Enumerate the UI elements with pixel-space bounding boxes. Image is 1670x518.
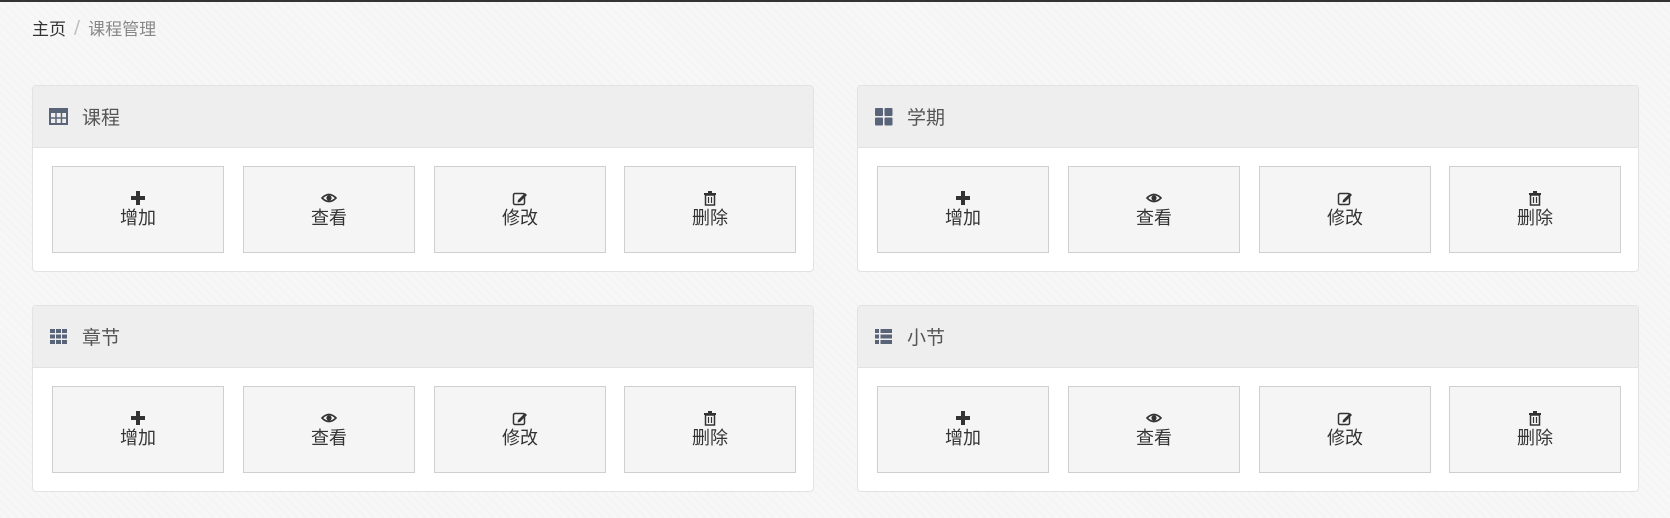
add-section-button[interactable]: 增加 bbox=[877, 386, 1049, 473]
panel-course: 课程 增加 查看 修改 删除 bbox=[32, 85, 814, 272]
trash-icon bbox=[702, 190, 718, 206]
view-course-button[interactable]: 查看 bbox=[243, 166, 415, 253]
button-label: 修改 bbox=[502, 427, 538, 449]
button-label: 修改 bbox=[1327, 427, 1363, 449]
delete-semester-button[interactable]: 删除 bbox=[1449, 166, 1621, 253]
add-semester-button[interactable]: 增加 bbox=[877, 166, 1049, 253]
button-label: 修改 bbox=[502, 207, 538, 229]
panel-heading: 课程 bbox=[33, 86, 813, 148]
panel-chapter: 章节 增加 查看 修改 删除 bbox=[32, 305, 814, 492]
breadcrumb-separator: / bbox=[74, 16, 81, 38]
edit-section-button[interactable]: 修改 bbox=[1259, 386, 1431, 473]
button-label: 删除 bbox=[1517, 427, 1553, 449]
delete-section-button[interactable]: 删除 bbox=[1449, 386, 1621, 473]
panel-body: 增加 查看 修改 删除 bbox=[33, 368, 813, 491]
panel-title: 课程 bbox=[82, 107, 121, 129]
edit-chapter-button[interactable]: 修改 bbox=[434, 386, 606, 473]
button-label: 查看 bbox=[1136, 207, 1172, 229]
panel-title: 小节 bbox=[907, 327, 946, 349]
view-chapter-button[interactable]: 查看 bbox=[243, 386, 415, 473]
button-label: 删除 bbox=[1517, 207, 1553, 229]
edit-icon bbox=[512, 410, 528, 426]
plus-icon bbox=[955, 410, 971, 426]
plus-icon bbox=[955, 190, 971, 206]
eye-icon bbox=[1145, 410, 1163, 426]
button-label: 修改 bbox=[1327, 207, 1363, 229]
add-course-button[interactable]: 增加 bbox=[52, 166, 224, 253]
panel-heading: 学期 bbox=[858, 86, 1638, 148]
button-label: 查看 bbox=[311, 207, 347, 229]
button-label: 查看 bbox=[311, 427, 347, 449]
edit-icon bbox=[1337, 190, 1353, 206]
panel-body: 增加 查看 修改 删除 bbox=[858, 368, 1638, 491]
edit-semester-button[interactable]: 修改 bbox=[1259, 166, 1431, 253]
breadcrumb-home-link[interactable]: 主页 bbox=[32, 15, 66, 40]
edit-icon bbox=[512, 190, 528, 206]
view-semester-button[interactable]: 查看 bbox=[1068, 166, 1240, 253]
eye-icon bbox=[1145, 190, 1163, 206]
trash-icon bbox=[1527, 190, 1543, 206]
button-label: 删除 bbox=[692, 427, 728, 449]
button-label: 查看 bbox=[1136, 427, 1172, 449]
trash-icon bbox=[702, 410, 718, 426]
panel-heading: 章节 bbox=[33, 306, 813, 368]
button-label: 增加 bbox=[945, 427, 981, 449]
edit-course-button[interactable]: 修改 bbox=[434, 166, 606, 253]
edit-icon bbox=[1337, 410, 1353, 426]
view-section-button[interactable]: 查看 bbox=[1068, 386, 1240, 473]
breadcrumb: 主页 / 课程管理 bbox=[32, 15, 157, 40]
button-label: 增加 bbox=[945, 207, 981, 229]
plus-icon bbox=[130, 190, 146, 206]
panel-title: 学期 bbox=[907, 107, 946, 129]
button-label: 增加 bbox=[120, 427, 156, 449]
eye-icon bbox=[320, 410, 338, 426]
panel-body: 增加 查看 修改 删除 bbox=[858, 148, 1638, 271]
button-label: 增加 bbox=[120, 207, 156, 229]
th-icon bbox=[49, 327, 68, 346]
delete-chapter-button[interactable]: 删除 bbox=[624, 386, 796, 473]
button-label: 删除 bbox=[692, 207, 728, 229]
panel-section: 小节 增加 查看 修改 删除 bbox=[857, 305, 1639, 492]
th-large-icon bbox=[874, 107, 893, 126]
panel-semester: 学期 增加 查看 修改 删除 bbox=[857, 85, 1639, 272]
panel-heading: 小节 bbox=[858, 306, 1638, 368]
panel-title: 章节 bbox=[82, 327, 121, 349]
table-icon bbox=[49, 107, 68, 126]
delete-course-button[interactable]: 删除 bbox=[624, 166, 796, 253]
panel-body: 增加 查看 修改 删除 bbox=[33, 148, 813, 271]
add-chapter-button[interactable]: 增加 bbox=[52, 386, 224, 473]
breadcrumb-current: 课程管理 bbox=[88, 19, 157, 40]
eye-icon bbox=[320, 190, 338, 206]
plus-icon bbox=[130, 410, 146, 426]
th-list-icon bbox=[874, 327, 893, 346]
trash-icon bbox=[1527, 410, 1543, 426]
